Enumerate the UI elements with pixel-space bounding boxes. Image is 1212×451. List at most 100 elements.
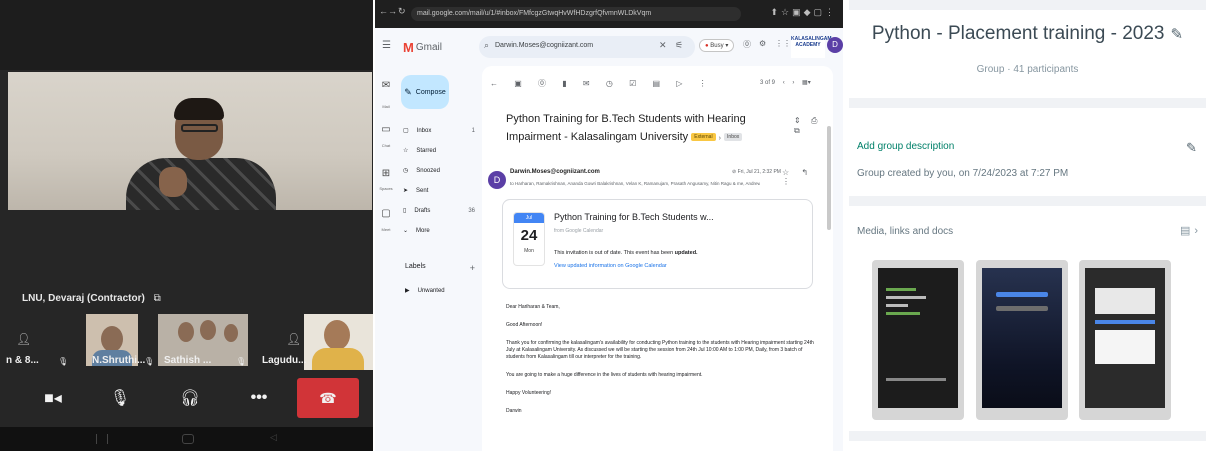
participant-tile[interactable]: Sathish ... 🎙︎ <box>158 312 250 370</box>
folder-starred[interactable]: ☆ Starred <box>403 147 475 155</box>
folder-label: Inbox <box>416 127 432 134</box>
add-description-link[interactable]: Add group description <box>857 141 954 152</box>
back-to-inbox-icon[interactable]: ← <box>490 79 505 88</box>
back-icon[interactable]: ◁ <box>270 432 282 442</box>
archive-icon[interactable]: ▣ <box>514 79 529 88</box>
calendar-date-badge: Jul 24 Mon <box>514 213 544 265</box>
chat-icon[interactable]: ▭ <box>379 124 393 135</box>
inbox-tag[interactable]: Inbox <box>724 133 743 142</box>
more-options-button[interactable]: ••• <box>239 378 279 418</box>
chevron-left-icon[interactable]: ‹ <box>783 80 785 86</box>
speaker-glasses <box>181 124 218 132</box>
reply-icon[interactable]: ↰ <box>801 168 813 177</box>
apps-grid-icon[interactable]: ⋮⋮ <box>775 39 791 48</box>
clear-search-icon[interactable]: ✕ <box>659 40 667 51</box>
spaces-icon[interactable]: ⊞ <box>379 168 393 179</box>
folder-label: Snoozed <box>416 167 440 174</box>
participant-tile[interactable]: N.Shruthi... 🎙︎ <box>86 312 154 370</box>
back-icon[interactable]: ← <box>379 6 388 16</box>
search-options-icon[interactable]: ⚟ <box>675 40 683 51</box>
main-menu-icon[interactable]: ☰ <box>382 40 391 51</box>
folder-snoozed[interactable]: ◷ Snoozed <box>403 167 475 175</box>
media-thumbnail[interactable] <box>1079 260 1171 420</box>
add-task-icon[interactable]: ☑ <box>629 79 643 88</box>
mark-unread-icon[interactable]: ✉ <box>583 79 597 88</box>
recents-icon[interactable] <box>96 434 108 444</box>
gmail-logo[interactable]: M Gmail <box>403 40 442 55</box>
search-bar[interactable]: ⌕ Darwin.Moses@cogniizant.com ✕ ⚟ <box>479 36 695 58</box>
view-updated-link[interactable]: View updated information on Google Calen… <box>554 263 667 269</box>
report-spam-icon[interactable]: ⓪ <box>538 79 553 88</box>
main-speaker-video[interactable] <box>8 72 372 210</box>
media-count-chevron-icon[interactable]: ▤› <box>1180 224 1202 237</box>
media-section-heading[interactable]: Media, links and docs <box>857 226 953 237</box>
gmail-app-rail: ✉ Mail ▭ Chat ⊞ Spaces ▢ Meet <box>375 28 397 451</box>
status-selector[interactable]: ● Busy ▾ <box>699 39 735 52</box>
home-icon[interactable] <box>182 434 194 444</box>
participant-tile[interactable]: 👤︎ Lagudu... <box>254 312 373 370</box>
audio-output-button[interactable]: 🎧︎ <box>170 378 210 418</box>
external-tag: External <box>691 133 716 142</box>
rail-label-mail: Mail <box>382 104 390 109</box>
media-thumbnail[interactable] <box>872 260 964 420</box>
add-label-icon[interactable]: + <box>470 263 475 273</box>
folder-sent[interactable]: ➤ Sent <box>403 187 475 195</box>
more-vert-icon[interactable]: ⋮ <box>699 79 714 88</box>
folder-inbox[interactable]: ▢ Inbox 1 <box>403 127 475 135</box>
invite-month: Jul <box>514 213 544 223</box>
edit-name-icon[interactable]: ✎ <box>1170 26 1183 43</box>
address-bar[interactable]: mail.google.com/mail/u/1/#inbox/FMfcgzGt… <box>411 7 741 21</box>
participant-face <box>178 322 194 342</box>
inbox-icon: ▢ <box>403 128 409 134</box>
chevron-right-icon[interactable]: › <box>792 80 794 86</box>
folder-more[interactable]: ⌄ More <box>403 227 475 235</box>
mute-toggle-button[interactable]: 🎙︎ <box>100 378 140 418</box>
person-icon: 👤︎ <box>286 332 302 346</box>
reload-icon[interactable]: ↻ <box>398 6 406 17</box>
edit-description-icon[interactable]: ✎ <box>1186 140 1197 156</box>
organization-logo: KALASALINGAM ACADEMY <box>791 36 832 58</box>
expand-icon[interactable]: ⇕ <box>794 116 805 125</box>
star-icon[interactable]: ☆ <box>782 168 794 177</box>
print-icon[interactable]: ⎙ <box>811 116 821 125</box>
settings-icon[interactable]: ⚙ <box>759 39 766 48</box>
labels-heading: Labels + <box>405 263 475 273</box>
participant-label: n & 8... <box>6 355 39 366</box>
search-query[interactable]: Darwin.Moses@cogniizant.com <box>495 42 593 49</box>
search-icon[interactable]: ⌕ <box>484 40 489 51</box>
meet-icon[interactable]: ▢ <box>379 208 393 219</box>
extensions-icon[interactable]: ⬆☆▣◆▢⋮ <box>770 7 837 18</box>
help-icon[interactable]: ⓪ <box>743 39 751 50</box>
gmail-logo-text: Gmail <box>415 42 442 53</box>
speaker-body <box>126 158 276 210</box>
move-to-icon[interactable]: ▤ <box>652 79 667 88</box>
end-call-button[interactable]: ☎︎ <box>297 378 359 418</box>
calendar-invite-card[interactable]: Jul 24 Mon Python Training for B.Tech St… <box>502 199 813 289</box>
chevron-down-icon: ⌄ <box>403 228 409 234</box>
mail-icon[interactable]: ✉ <box>379 80 393 91</box>
open-new-window-icon[interactable]: ⧉ <box>794 126 804 135</box>
invite-title[interactable]: Python Training for B.Tech Students w... <box>554 212 714 222</box>
keyboard-icon[interactable]: ▦▾ <box>802 80 811 86</box>
camera-toggle-button[interactable]: ■◂ <box>33 378 73 418</box>
labels-icon[interactable]: ▷ <box>676 79 689 88</box>
label-unwanted[interactable]: ▶ Unwanted <box>405 287 445 295</box>
participant-tile[interactable]: 👤︎ n & 8... 🎙︎ <box>0 312 72 370</box>
draft-icon: ▯ <box>403 208 407 214</box>
recipients-line[interactable]: to Harharan, Ramakrishnan, Ananda Gowri … <box>510 181 760 186</box>
invite-source: from Google Calendar <box>554 228 604 234</box>
invite-weekday: Mon <box>524 248 534 254</box>
forward-icon[interactable]: → <box>388 6 397 16</box>
call-controls: ■◂ 🎙︎ 🎧︎ ••• ☎︎ <box>0 375 373 423</box>
status-dot-icon: ● <box>705 43 709 49</box>
delete-icon[interactable]: ▮ <box>562 79 573 88</box>
sender-address[interactable]: Darwin.Moses@cogniizant.com <box>510 169 600 175</box>
compose-button[interactable]: ✎ Compose <box>401 75 449 109</box>
folder-drafts[interactable]: ▯ Drafts 36 <box>403 207 475 215</box>
more-vert-icon[interactable]: ⋮ <box>782 177 795 186</box>
speaker-hand <box>159 167 187 197</box>
account-avatar[interactable]: D <box>827 37 843 53</box>
rail-label-meet: Meet <box>381 227 391 232</box>
snooze-icon[interactable]: ◷ <box>606 79 620 88</box>
media-thumbnail[interactable] <box>976 260 1068 420</box>
